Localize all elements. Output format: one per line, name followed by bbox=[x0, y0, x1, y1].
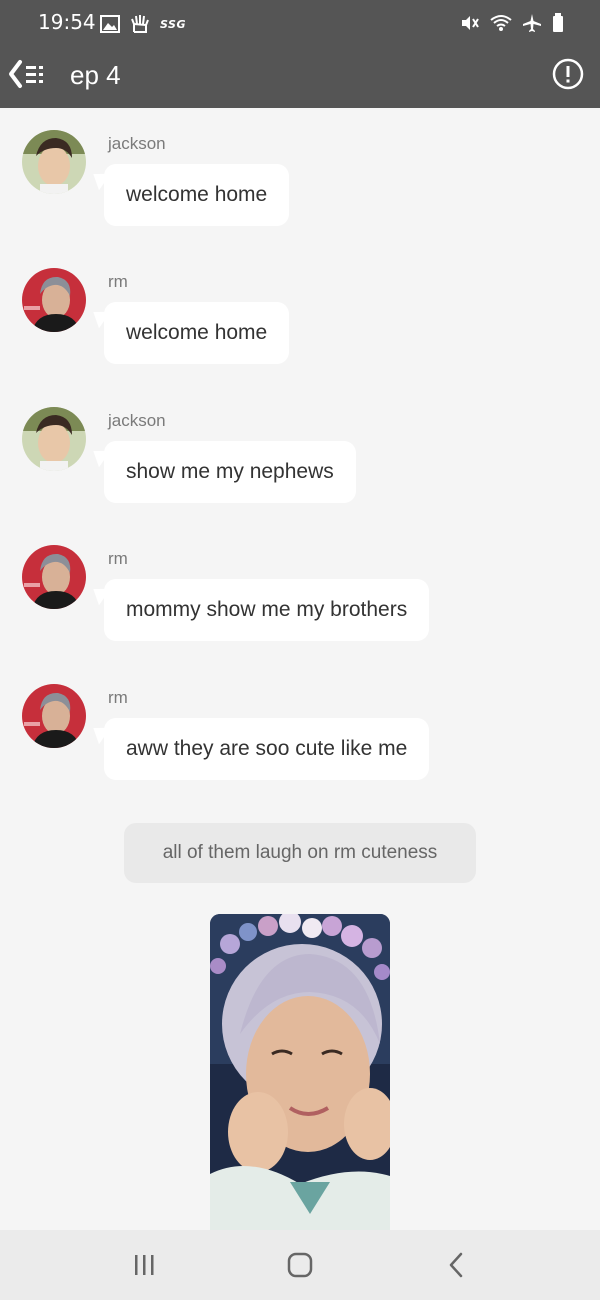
status-time: 19:54 bbox=[38, 10, 96, 34]
chat-message: rm welcome home bbox=[0, 246, 600, 366]
back-icon[interactable] bbox=[436, 1250, 476, 1280]
app-header: 19:54 SSG ep 4 bbox=[0, 0, 600, 108]
status-right-icons bbox=[460, 12, 564, 34]
chat-message: rm aww they are soo cute like me bbox=[0, 662, 600, 782]
message-bubble[interactable]: welcome home bbox=[104, 302, 290, 364]
sender-name: rm bbox=[108, 549, 128, 568]
message-bubble[interactable]: mommy show me my brothers bbox=[104, 579, 430, 641]
network-label: SSG bbox=[160, 17, 186, 31]
hand-icon bbox=[130, 14, 150, 34]
home-icon[interactable] bbox=[280, 1250, 320, 1280]
gallery-icon bbox=[100, 15, 120, 33]
status-bar: 19:54 SSG bbox=[0, 0, 600, 46]
chat-message: jackson show me my nephews bbox=[0, 385, 600, 505]
wifi-icon bbox=[490, 14, 512, 32]
sender-name: jackson bbox=[108, 411, 166, 430]
system-nav-bar bbox=[0, 1230, 600, 1300]
narration-bubble[interactable]: all of them laugh on rm cuteness bbox=[124, 823, 476, 883]
shared-photo[interactable] bbox=[210, 914, 390, 1230]
message-bubble[interactable]: show me my nephews bbox=[104, 441, 356, 503]
chat-message: jackson welcome home bbox=[0, 108, 600, 228]
mute-icon bbox=[460, 13, 480, 33]
sender-name: rm bbox=[108, 688, 128, 707]
sender-name: rm bbox=[108, 272, 128, 291]
avatar-rm[interactable] bbox=[22, 268, 86, 332]
message-bubble[interactable]: aww they are soo cute like me bbox=[104, 718, 430, 780]
status-left-icons: SSG bbox=[100, 13, 186, 35]
page-title: ep 4 bbox=[70, 60, 121, 90]
chat-list[interactable]: jackson welcome home rm welcome home jac… bbox=[0, 108, 600, 1230]
battery-icon bbox=[552, 13, 564, 33]
toolbar: ep 4 bbox=[0, 46, 600, 108]
back-menu-icon[interactable] bbox=[6, 56, 52, 92]
avatar-jackson[interactable] bbox=[22, 130, 86, 194]
sender-name: jackson bbox=[108, 134, 166, 153]
info-icon[interactable] bbox=[552, 58, 584, 90]
airplane-icon bbox=[522, 13, 542, 33]
message-bubble[interactable]: welcome home bbox=[104, 164, 290, 226]
avatar-jackson[interactable] bbox=[22, 407, 86, 471]
avatar-rm[interactable] bbox=[22, 545, 86, 609]
recent-apps-icon[interactable] bbox=[124, 1250, 164, 1280]
chat-message: rm mommy show me my brothers bbox=[0, 523, 600, 643]
avatar-rm[interactable] bbox=[22, 684, 86, 748]
